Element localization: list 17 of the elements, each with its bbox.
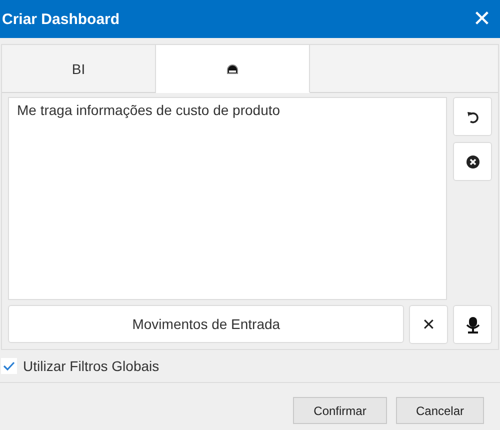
microphone-icon [464,316,482,334]
undo-button[interactable] [453,97,492,136]
undo-icon [466,110,480,124]
source-field[interactable]: Movimentos de Entrada [8,305,404,343]
helmet-icon [226,62,239,74]
window-title: Criar Dashboard [2,10,120,28]
cancel-button[interactable]: Cancelar [396,397,484,424]
close-button[interactable]: ✕ [464,1,500,37]
tab[interactable]: BI [2,45,156,93]
clear-source-button[interactable]: ✕ [409,305,448,344]
clear-button[interactable] [453,142,492,181]
confirm-button[interactable]: Confirmar [293,397,387,424]
prompt-field[interactable]: Me traga informações de custo de produto [8,97,447,300]
checkbox[interactable] [1,358,17,374]
close-circle-icon [466,154,480,168]
checkbox-label: Utilizar Filtros Globais [23,358,160,374]
microphone-button[interactable] [453,305,492,344]
